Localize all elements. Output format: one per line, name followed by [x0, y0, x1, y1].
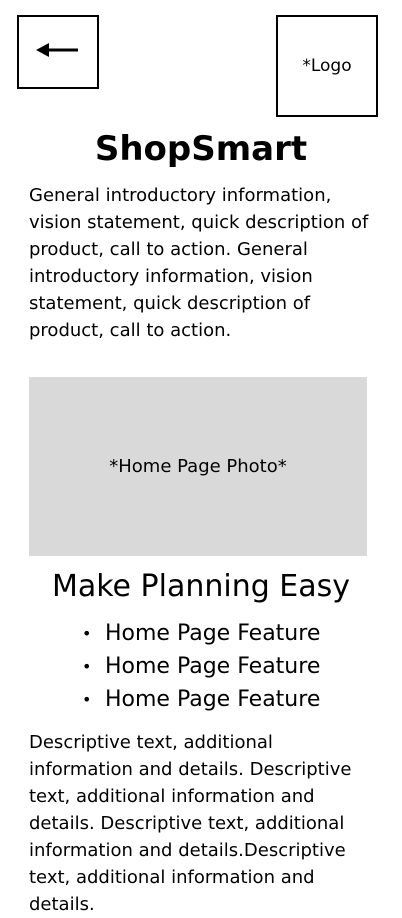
bullet-icon: •: [82, 624, 92, 643]
intro-text: General introductory information, vision…: [29, 185, 369, 341]
logo: *Logo: [276, 15, 378, 117]
list-item: • Home Page Feature: [82, 683, 320, 716]
back-button[interactable]: [17, 15, 99, 89]
feature-label: Home Page Feature: [105, 687, 321, 712]
feature-list: • Home Page Feature • Home Page Feature …: [82, 617, 320, 716]
arrow-left-icon: [36, 40, 80, 64]
bullet-icon: •: [82, 690, 92, 709]
description-text: Descriptive text, additional information…: [29, 732, 352, 915]
home-page-photo: *Home Page Photo*: [29, 377, 367, 556]
bullet-icon: •: [82, 657, 92, 676]
photo-label: *Home Page Photo*: [109, 456, 287, 477]
list-item: • Home Page Feature: [82, 650, 320, 683]
section-title: Make Planning Easy: [51, 569, 351, 604]
list-item: • Home Page Feature: [82, 617, 320, 650]
page-title: ShopSmart: [94, 129, 308, 169]
feature-label: Home Page Feature: [105, 621, 321, 646]
logo-label: *Logo: [302, 56, 352, 76]
feature-label: Home Page Feature: [105, 654, 321, 679]
